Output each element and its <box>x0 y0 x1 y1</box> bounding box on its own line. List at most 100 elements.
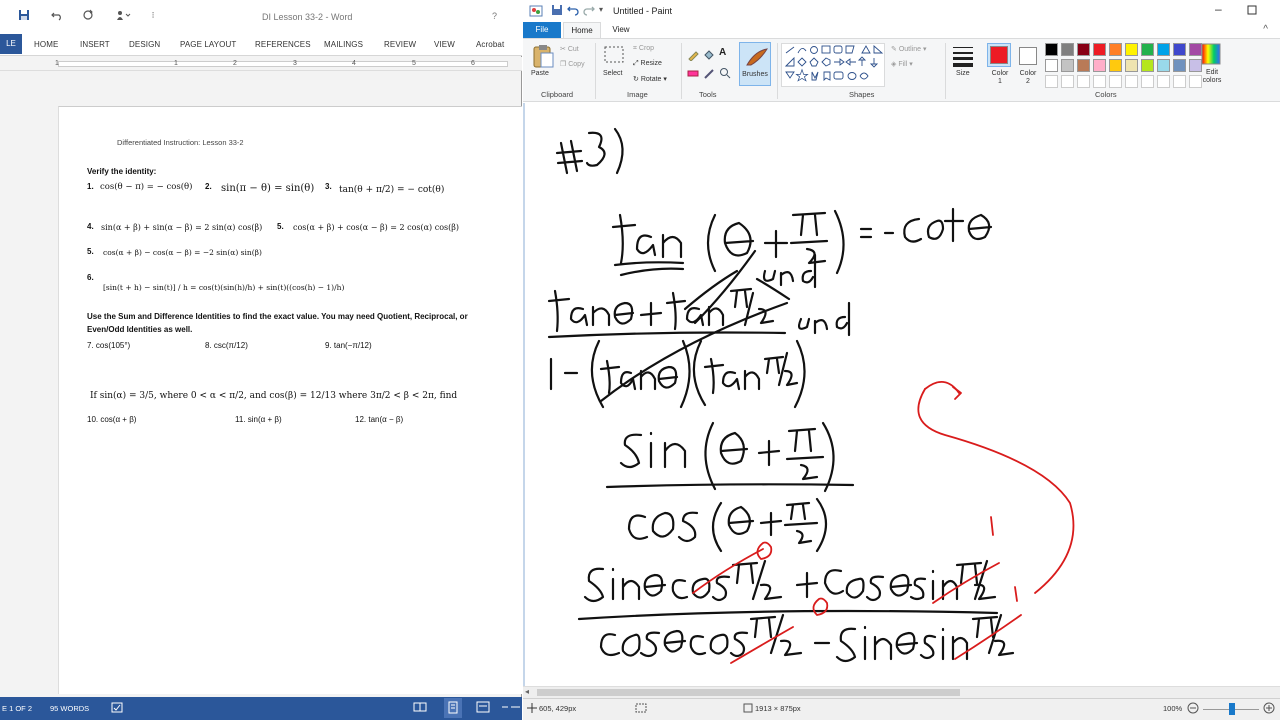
custom-color-slot[interactable] <box>1061 75 1074 88</box>
color2-button[interactable] <box>1019 47 1037 65</box>
horizontal-scrollbar[interactable]: ◂ <box>523 686 1280 698</box>
crop-button[interactable]: ⌗ Crop <box>633 45 654 53</box>
color1-button[interactable] <box>987 43 1011 67</box>
custom-color-slot[interactable] <box>1125 75 1138 88</box>
save-icon[interactable] <box>17 8 31 22</box>
customize-qat-icon[interactable]: ▾ <box>599 5 603 14</box>
select-button[interactable]: Select <box>603 70 622 77</box>
resize-button[interactable]: ⤢ Resize <box>633 60 662 68</box>
size-button[interactable]: Size <box>956 70 970 77</box>
print-layout-icon[interactable] <box>444 698 462 718</box>
tab-review[interactable]: REVIEW <box>384 40 416 49</box>
palette-swatch[interactable] <box>1125 43 1138 56</box>
brushes-button[interactable]: Brushes <box>739 42 771 86</box>
cut-button[interactable]: ✂ Cut <box>560 45 579 53</box>
tab-view[interactable]: View <box>603 22 639 38</box>
palette-swatch[interactable] <box>1157 43 1170 56</box>
shapes-gallery[interactable] <box>781 43 885 87</box>
palette-swatch[interactable] <box>1045 43 1058 56</box>
tab-references[interactable]: REFERENCES <box>255 40 311 49</box>
problem-number: 5. <box>87 247 94 256</box>
read-mode-icon[interactable] <box>413 700 427 716</box>
proofing-icon[interactable] <box>110 700 124 716</box>
palette-swatch[interactable] <box>1061 59 1074 72</box>
custom-color-slot[interactable] <box>1141 75 1154 88</box>
collapse-ribbon-icon[interactable]: ^ <box>1263 24 1268 35</box>
paste-icon[interactable] <box>531 43 555 71</box>
web-layout-icon[interactable] <box>476 700 490 716</box>
fill-button[interactable]: ◈ Fill ▾ <box>891 60 913 68</box>
paint-file-tab[interactable]: File <box>523 22 561 38</box>
palette-swatch[interactable] <box>1077 43 1090 56</box>
word-count[interactable]: 95 WORDS <box>50 704 89 713</box>
palette-swatch[interactable] <box>1093 43 1106 56</box>
palette-swatch[interactable] <box>1173 43 1186 56</box>
eraser-icon[interactable] <box>687 67 699 81</box>
cursor-position: 605, 429px <box>539 704 577 713</box>
save-icon[interactable] <box>551 4 563 18</box>
size-icon[interactable] <box>951 45 975 69</box>
minimize-icon[interactable]: – <box>1215 2 1222 16</box>
tab-acrobat[interactable]: Acrobat <box>476 40 504 49</box>
palette-swatch[interactable] <box>1157 59 1170 72</box>
palette-swatch[interactable] <box>1077 59 1090 72</box>
paint-ribbon: Paste ✂ Cut ❐ Copy Clipboard Select ⌗ Cr… <box>523 38 1280 102</box>
maximize-icon[interactable] <box>1247 5 1257 17</box>
zoom-out-icon[interactable] <box>500 700 520 716</box>
custom-color-slot[interactable] <box>1173 75 1186 88</box>
palette-swatch[interactable] <box>1109 43 1122 56</box>
color-palette[interactable] <box>1045 43 1205 91</box>
text-tool-icon[interactable]: A <box>719 47 726 58</box>
undo-icon[interactable] <box>567 4 579 18</box>
tab-mailings[interactable]: MAILINGS <box>324 40 363 49</box>
fill-bucket-icon[interactable] <box>703 49 715 63</box>
touch-mode-icon[interactable] <box>114 8 132 22</box>
tab-home[interactable]: HOME <box>34 40 58 49</box>
rotate-button[interactable]: ↻ Rotate ▾ <box>633 75 667 83</box>
custom-color-slot[interactable] <box>1077 75 1090 88</box>
custom-color-slot[interactable] <box>1157 75 1170 88</box>
zoom-slider-thumb[interactable] <box>1229 703 1235 715</box>
scroll-left-icon[interactable]: ◂ <box>525 687 529 696</box>
tab-view[interactable]: VIEW <box>434 40 455 49</box>
word-file-tab[interactable]: LE <box>0 34 22 54</box>
edit-colors-icon[interactable] <box>1201 43 1221 67</box>
palette-swatch[interactable] <box>1125 59 1138 72</box>
palette-swatch[interactable] <box>1045 59 1058 72</box>
tab-page-layout[interactable]: PAGE LAYOUT <box>180 40 236 49</box>
magnifier-icon[interactable] <box>719 67 731 81</box>
pencil-icon[interactable] <box>687 49 699 63</box>
tab-design[interactable]: DESIGN <box>129 40 160 49</box>
custom-color-slot[interactable] <box>1109 75 1122 88</box>
custom-color-slot[interactable] <box>1093 75 1106 88</box>
zoom-in-icon[interactable] <box>1263 702 1275 716</box>
customize-qat-icon[interactable]: ⁝ <box>146 8 160 22</box>
edit-colors-button[interactable]: Edit colors <box>1199 69 1225 85</box>
undo-icon[interactable] <box>50 8 64 22</box>
page-count[interactable]: E 1 OF 2 <box>2 704 32 713</box>
palette-swatch[interactable] <box>1061 43 1074 56</box>
tab-home[interactable]: Home <box>563 22 601 38</box>
palette-swatch[interactable] <box>1109 59 1122 72</box>
scrollbar-thumb[interactable] <box>537 689 960 696</box>
horizontal-ruler[interactable]: 1 1 2 3 4 5 6 <box>0 57 522 71</box>
paste-button[interactable]: Paste <box>531 70 549 77</box>
palette-swatch[interactable] <box>1141 59 1154 72</box>
problem-1: cos(θ − π) = − cos(θ) <box>100 182 193 192</box>
tab-insert[interactable]: INSERT <box>80 40 110 49</box>
palette-swatch[interactable] <box>1093 59 1106 72</box>
custom-color-slot[interactable] <box>1045 75 1058 88</box>
color-picker-icon[interactable] <box>703 67 715 81</box>
redo-icon[interactable] <box>583 4 595 18</box>
redo-icon[interactable] <box>81 8 95 22</box>
palette-swatch[interactable] <box>1141 43 1154 56</box>
word-document-title: DI Lesson 33-2 - Word <box>262 12 353 22</box>
select-icon[interactable] <box>603 45 625 67</box>
help-button[interactable]: ? <box>492 11 497 21</box>
copy-button[interactable]: ❐ Copy <box>560 60 585 68</box>
zoom-out-icon[interactable] <box>1187 702 1199 716</box>
paint-canvas[interactable] <box>523 103 1280 686</box>
palette-swatch[interactable] <box>1173 59 1186 72</box>
word-document-page[interactable]: Differentiated Instruction: Lesson 33-2 … <box>58 106 522 694</box>
outline-button[interactable]: ✎ Outline ▾ <box>891 45 926 53</box>
